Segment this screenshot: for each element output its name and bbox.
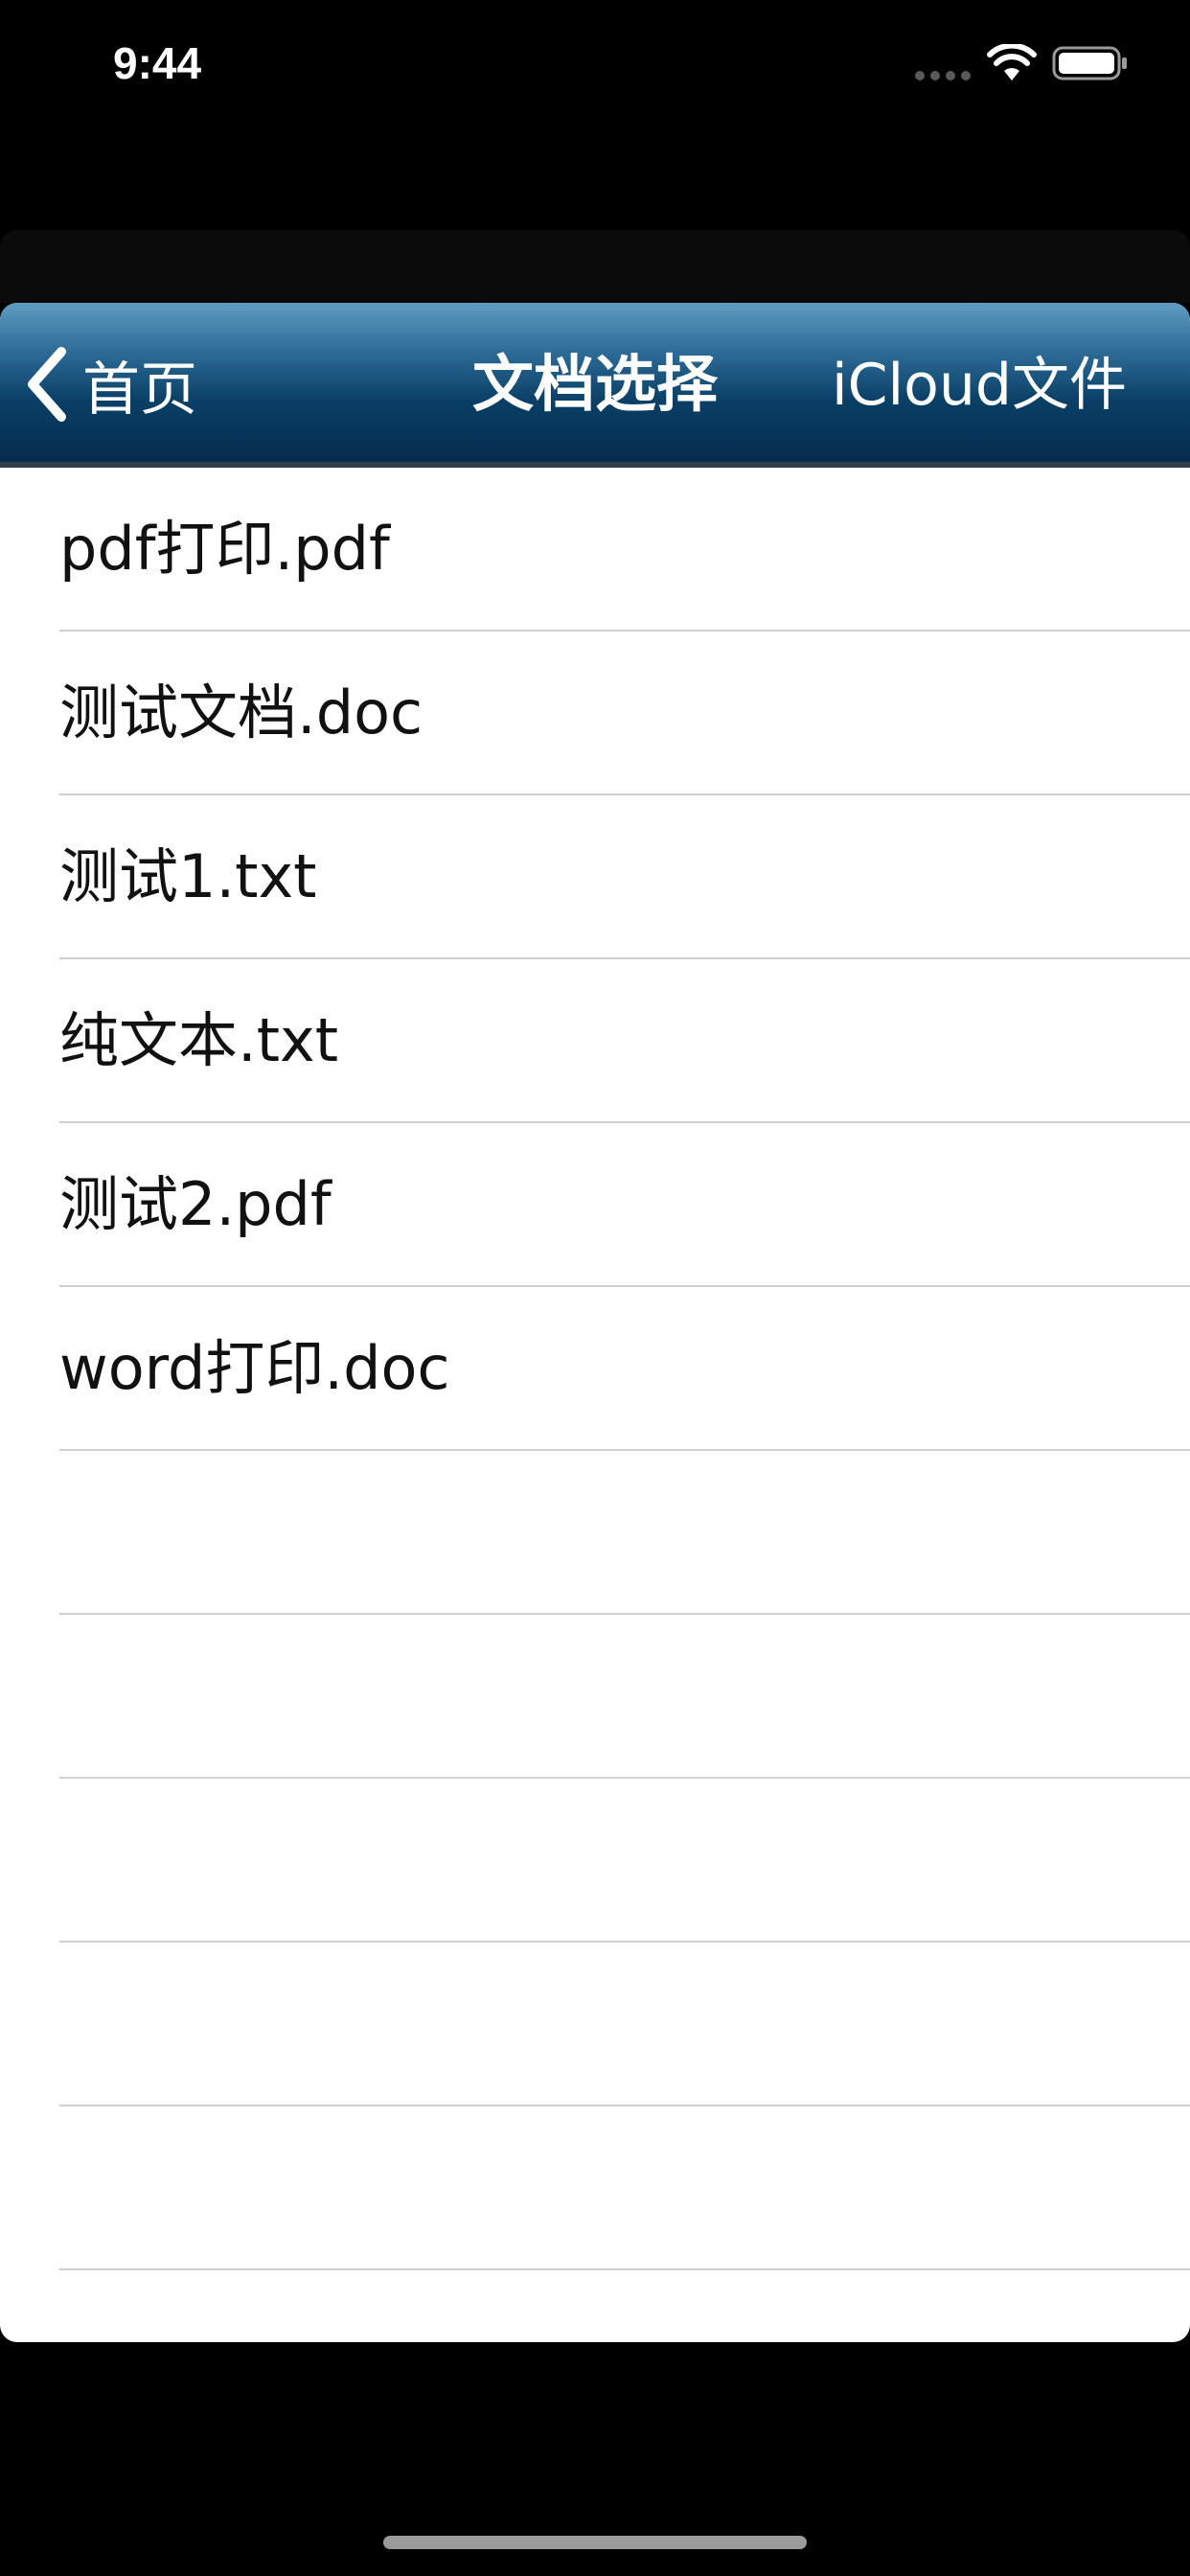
status-bar: 9:44 [0, 0, 1190, 126]
document-picker-sheet: 首页 文档选择 iCloud文件 pdf打印.pdf 测试文档.doc 测试1.… [0, 303, 1190, 2342]
empty-list-row [59, 2106, 1190, 2270]
list-item-label: 测试2.pdf [59, 1169, 332, 1239]
navigation-bar: 首页 文档选择 iCloud文件 [0, 303, 1190, 468]
list-item-label: 测试1.txt [59, 841, 317, 911]
list-item[interactable]: 测试文档.doc [59, 632, 1190, 795]
list-item-label: 测试文档.doc [59, 678, 423, 748]
empty-list-row [59, 2270, 1190, 2342]
sheet-backdrop [0, 230, 1190, 303]
list-item-label: pdf打印.pdf [59, 514, 390, 584]
list-item-label: word打印.doc [59, 1333, 450, 1403]
chevron-left-icon [28, 347, 66, 422]
battery-icon [1052, 46, 1127, 80]
list-item[interactable]: 纯文本.txt [59, 959, 1190, 1123]
file-list: pdf打印.pdf 测试文档.doc 测试1.txt 纯文本.txt 测试2.p… [0, 468, 1190, 2342]
list-item[interactable]: pdf打印.pdf [59, 468, 1190, 632]
back-button[interactable]: 首页 [23, 341, 197, 427]
icloud-files-button[interactable]: iCloud文件 [832, 347, 1127, 424]
empty-list-row [59, 1451, 1190, 1615]
home-indicator[interactable] [383, 2536, 807, 2549]
signal-icon [915, 71, 971, 80]
wifi-icon [987, 44, 1037, 80]
empty-list-row [59, 1943, 1190, 2106]
back-button-label: 首页 [82, 356, 197, 424]
empty-list-row [59, 1615, 1190, 1779]
list-item[interactable]: 测试1.txt [59, 795, 1190, 959]
status-time: 9:44 [113, 38, 202, 88]
list-item[interactable]: word打印.doc [59, 1287, 1190, 1451]
screen: 9:44 首页 文档选择 iCloud文件 pdf打印.pdf 测试文档.doc… [0, 0, 1190, 2576]
empty-list-row [59, 1779, 1190, 1943]
list-item-label: 纯文本.txt [59, 1005, 339, 1075]
list-item[interactable]: 测试2.pdf [59, 1123, 1190, 1287]
